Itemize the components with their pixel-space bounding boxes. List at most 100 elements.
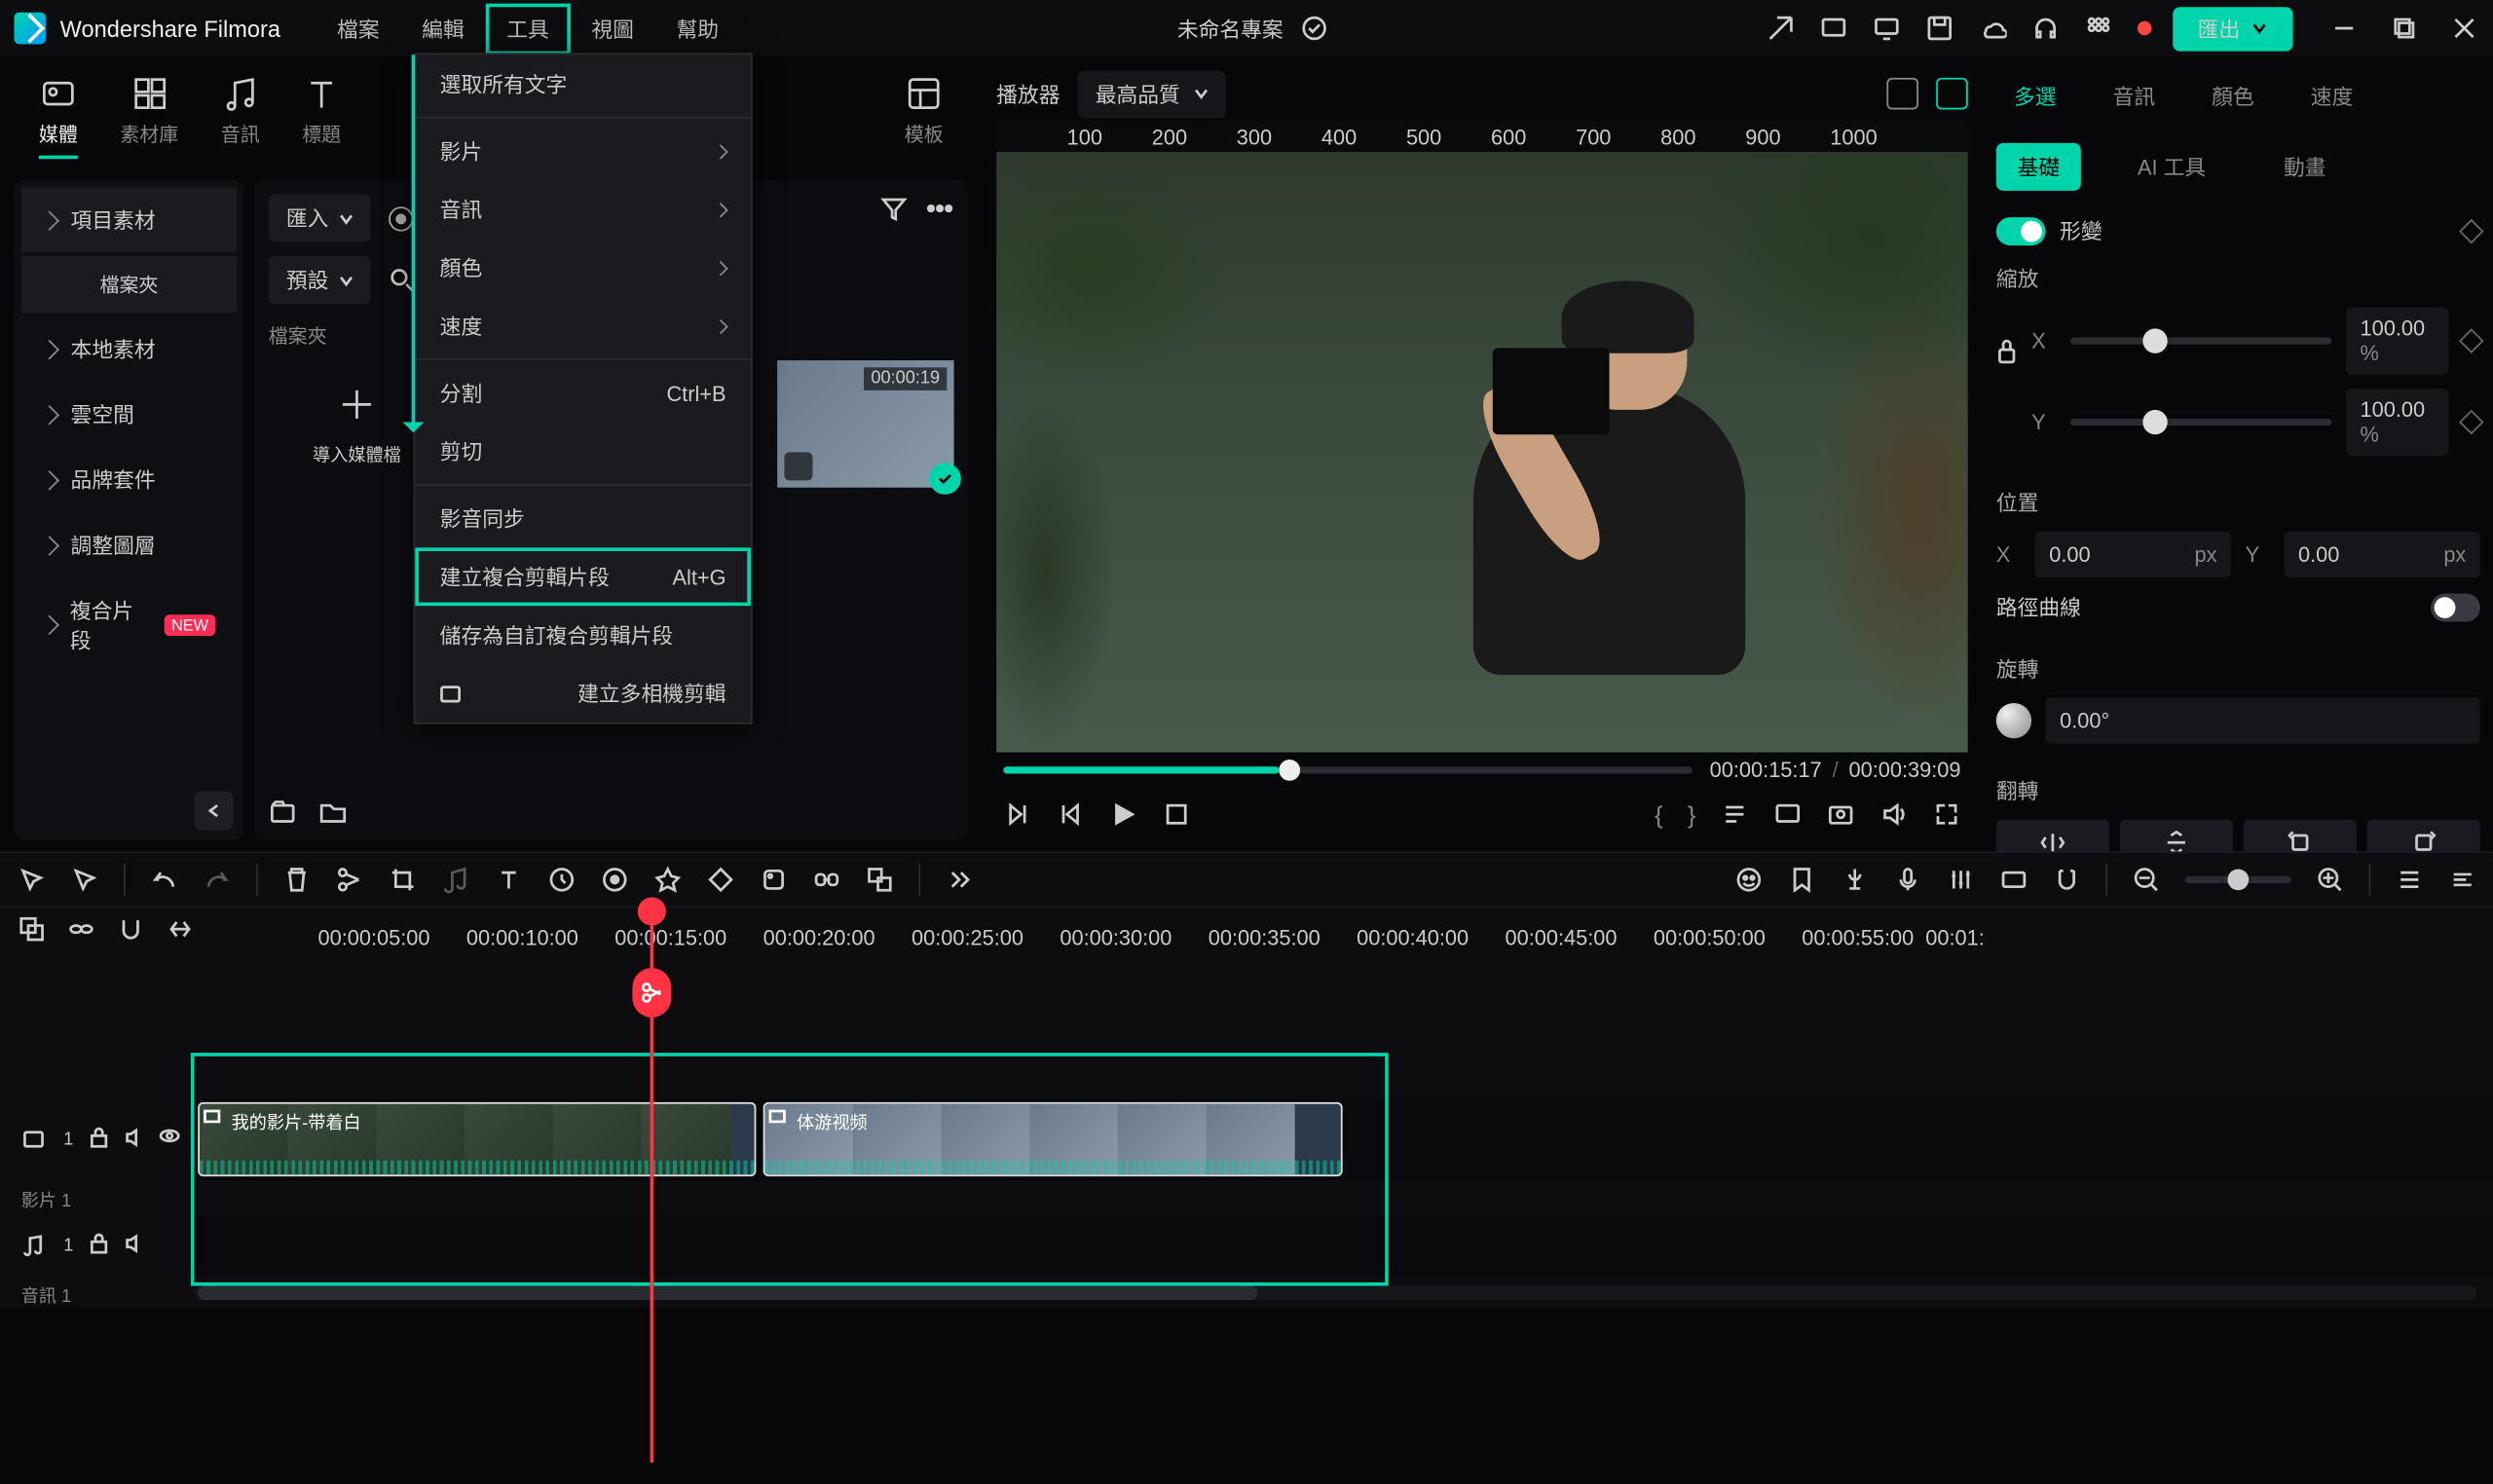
mark-in-icon[interactable]: { [1655, 800, 1663, 829]
path-curve-toggle[interactable] [2431, 593, 2480, 621]
rtab-speed[interactable]: 速度 [2307, 74, 2357, 118]
display-icon[interactable] [1773, 800, 1802, 829]
image-icon[interactable] [1936, 78, 1968, 110]
tab-audio[interactable]: 音訊 [221, 74, 260, 159]
timeline-settings-icon[interactable] [2448, 866, 2476, 894]
split-icon[interactable] [336, 866, 364, 894]
tab-media[interactable]: 媒體 [39, 74, 78, 159]
fullscreen-icon[interactable] [1933, 800, 1961, 829]
dd-av-sync[interactable]: 影音同步 [415, 489, 751, 547]
scale-y-slider[interactable] [2070, 419, 2331, 426]
next-frame-icon[interactable] [1057, 800, 1085, 829]
sidebar-brand[interactable]: 品牌套件 [21, 447, 237, 512]
transform-toggle[interactable] [1996, 216, 2046, 244]
device-icon[interactable] [1819, 15, 1847, 43]
dd-split[interactable]: 分割Ctrl+B [415, 364, 751, 423]
sidebar-compound[interactable]: 複合片段NEW [21, 577, 237, 673]
filter-icon[interactable] [879, 195, 908, 223]
headphone-icon[interactable] [2031, 15, 2060, 43]
minimize-icon[interactable] [2331, 16, 2356, 40]
preset-dropdown[interactable]: 預設 [269, 256, 371, 304]
translate-tool-icon[interactable] [866, 866, 894, 894]
snapshot-icon[interactable] [1827, 800, 1855, 829]
media-clip[interactable]: 00:00:19 [777, 360, 953, 488]
cloud-icon[interactable] [1979, 15, 2007, 43]
rotation-input[interactable]: 0.00° [2046, 698, 2480, 744]
menu-tools[interactable]: 工具 [485, 3, 570, 55]
scrub-bar[interactable]: 00:00:15:17/00:00:39:09 [996, 753, 1968, 788]
scale-x-input[interactable]: 100.00 % [2346, 308, 2448, 375]
mic-icon[interactable] [1894, 866, 1922, 894]
rtab-audio[interactable]: 音訊 [2109, 74, 2159, 118]
marker-list-icon[interactable] [1721, 800, 1749, 829]
rsubtab-anim[interactable]: 動畫 [2262, 143, 2347, 191]
tab-stock[interactable]: 素材庫 [120, 74, 178, 159]
rotation-knob[interactable] [1996, 703, 2031, 738]
quality-select[interactable]: 最高品質 [1078, 70, 1226, 118]
video-clip-1[interactable]: 我的影片-带着白 [198, 1102, 756, 1176]
dd-video[interactable]: 影片 [415, 122, 751, 180]
sidebar-folder[interactable]: 檔案夾 [21, 256, 237, 313]
dd-color[interactable]: 顏色 [415, 239, 751, 297]
lock-track-icon[interactable] [88, 1126, 109, 1154]
delete-icon[interactable] [282, 866, 311, 894]
select-tool-icon[interactable] [18, 866, 46, 894]
tab-templates[interactable]: 模板 [905, 74, 944, 159]
more-tools-icon[interactable] [945, 866, 973, 894]
lock-audio-icon[interactable] [88, 1231, 109, 1259]
pos-x-input[interactable]: 0.00px [2035, 532, 2231, 577]
tl-link-icon[interactable] [67, 915, 95, 944]
video-track-icon[interactable] [21, 1126, 50, 1154]
lock-icon[interactable] [1996, 337, 2018, 365]
marker-icon[interactable] [1788, 866, 1816, 894]
rotate-ccw-button[interactable] [2244, 820, 2357, 852]
record-icon[interactable] [389, 205, 413, 230]
mute-audio-icon[interactable] [123, 1231, 144, 1259]
notification-dot[interactable] [2138, 21, 2152, 36]
sidebar-project-media[interactable]: 項目素材 [21, 187, 237, 252]
keyframe-icon[interactable] [2459, 218, 2484, 243]
visibility-icon[interactable] [158, 1126, 179, 1154]
sidebar-cloud[interactable]: 雲空間 [21, 382, 237, 447]
timeline-ruler[interactable]: 00:00:05:00 00:00:10:00 00:00:15:00 00:0… [195, 915, 2493, 958]
rotate-cw-button[interactable] [2367, 820, 2480, 852]
more-icon[interactable] [926, 195, 954, 223]
new-folder-icon[interactable] [269, 798, 297, 827]
tl-auto-icon[interactable] [167, 915, 195, 944]
export-button[interactable]: 匯出 [2173, 6, 2292, 50]
rtab-color[interactable]: 顏色 [2209, 74, 2258, 118]
video-clip-2[interactable]: 体游视频 [763, 1102, 1343, 1176]
maximize-icon[interactable] [2392, 16, 2416, 40]
stop-icon[interactable] [1163, 800, 1191, 829]
close-icon[interactable] [2452, 16, 2476, 40]
pointer-tool-icon[interactable] [71, 866, 99, 894]
zoom-in-icon[interactable] [2316, 866, 2344, 894]
voiceover-icon[interactable] [1841, 866, 1869, 894]
dd-create-compound[interactable]: 建立複合剪輯片段Alt+G [415, 547, 751, 606]
mark-out-icon[interactable]: } [1688, 800, 1696, 829]
undo-icon[interactable] [150, 866, 178, 894]
snap-icon[interactable] [2053, 866, 2081, 894]
send-icon[interactable] [1767, 15, 1795, 43]
audio-track-icon[interactable] [21, 1231, 50, 1259]
speed-tool-icon[interactable] [547, 866, 576, 894]
menu-help[interactable]: 幫助 [655, 3, 740, 55]
ai-icon[interactable] [1734, 866, 1763, 894]
rtab-multi[interactable]: 多選 [2010, 74, 2060, 118]
folder-icon[interactable] [318, 798, 347, 827]
sidebar-local[interactable]: 本地素材 [21, 316, 237, 382]
volume-icon[interactable] [1879, 800, 1908, 829]
apps-icon[interactable] [2084, 15, 2112, 43]
link-tool-icon[interactable] [812, 866, 840, 894]
mask-tool-icon[interactable] [760, 866, 788, 894]
timeline-view-icon[interactable] [2396, 866, 2424, 894]
tl-magnet-icon[interactable] [117, 915, 145, 944]
tl-duplicate-icon[interactable] [18, 915, 46, 944]
dd-speed[interactable]: 速度 [415, 297, 751, 355]
sidebar-collapse[interactable] [195, 792, 234, 831]
playhead-scissors-icon[interactable] [632, 968, 671, 1018]
audio-mixer-icon[interactable] [1947, 866, 1975, 894]
play-icon[interactable] [1109, 800, 1137, 829]
scale-x-slider[interactable] [2070, 337, 2331, 344]
tab-titles[interactable]: 標題 [302, 74, 341, 159]
